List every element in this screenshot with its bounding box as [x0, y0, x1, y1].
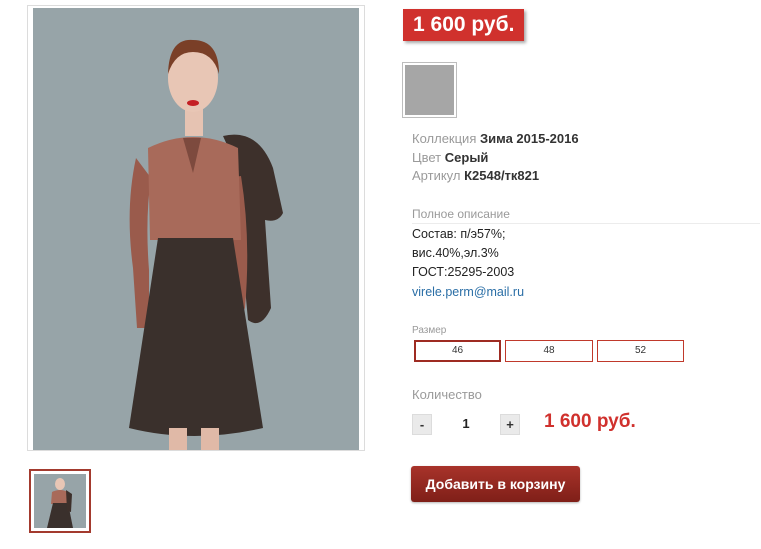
collection-label: Коллекция	[412, 131, 477, 146]
thumbnail-image	[34, 474, 86, 528]
total-price: 1 600 руб.	[544, 411, 636, 432]
color-swatch-fill	[405, 65, 454, 115]
quantity-label: Количество	[412, 387, 482, 402]
article-value: К2548/тк821	[464, 168, 540, 183]
quantity-value[interactable]: 1	[453, 416, 479, 431]
price-badge: 1 600 руб.	[403, 9, 525, 41]
product-thumbnail[interactable]	[29, 469, 91, 533]
description-line: вис.40%,эл.3%	[412, 246, 499, 260]
color-swatch[interactable]	[402, 62, 457, 118]
size-option-46[interactable]: 46	[414, 340, 501, 362]
quantity-increase-button[interactable]: +	[500, 414, 520, 435]
size-label: Размер	[412, 325, 447, 336]
color-row: Цвет Серый	[412, 150, 488, 166]
collection-row: Коллекция Зима 2015-2016	[412, 131, 579, 147]
description-heading: Полное описание	[412, 207, 760, 224]
article-label: Артикул	[412, 168, 461, 183]
quantity-decrease-button[interactable]: -	[412, 414, 432, 435]
color-value: Серый	[444, 150, 489, 165]
description-line: Состав: п/э57%;	[412, 227, 506, 241]
product-image	[33, 8, 359, 450]
description-email-line: virele.perm@mail.ru	[412, 285, 524, 300]
email-link[interactable]: virele.perm@mail.ru	[412, 285, 524, 299]
article-row: Артикул К2548/тк821	[412, 168, 539, 184]
add-to-cart-button[interactable]: Добавить в корзину	[411, 466, 580, 502]
size-option-52[interactable]: 52	[597, 340, 684, 362]
description-line: ГОСТ:25295-2003	[412, 265, 515, 279]
collection-value: Зима 2015-2016	[479, 131, 579, 146]
product-photo[interactable]	[27, 5, 365, 451]
size-option-48[interactable]: 48	[505, 340, 593, 362]
color-label: Цвет	[412, 150, 442, 165]
